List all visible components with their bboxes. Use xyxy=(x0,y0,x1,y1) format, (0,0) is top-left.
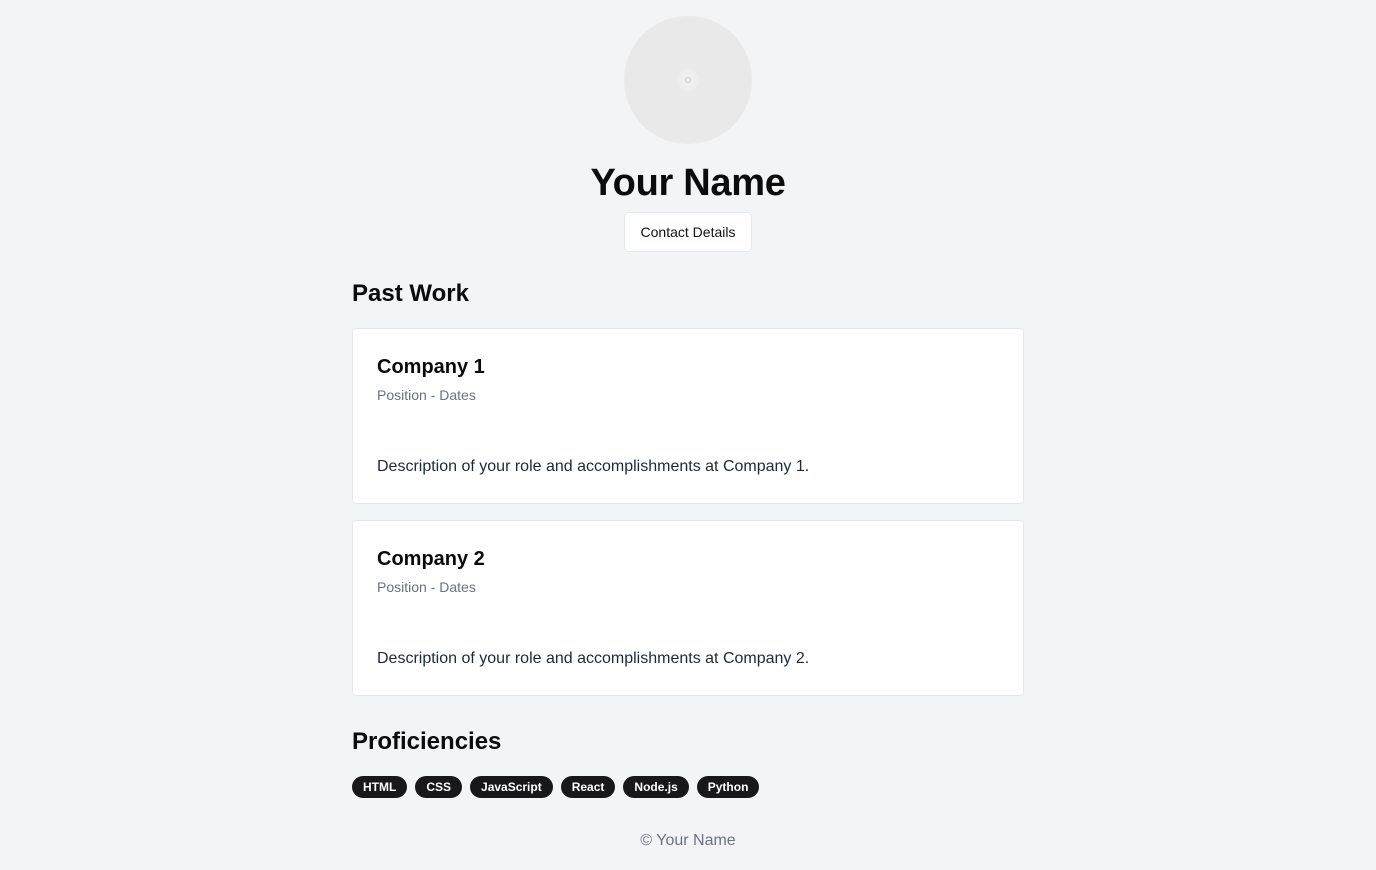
skills-list: HTML CSS JavaScript React Node.js Python xyxy=(352,776,760,798)
profile-name: Your Name xyxy=(590,162,786,204)
page: Your Name Contact Details Past Work Comp… xyxy=(0,0,1376,870)
position-dates: Position - Dates xyxy=(377,579,476,595)
skill-pill: JavaScript xyxy=(470,776,553,798)
past-work-heading: Past Work xyxy=(352,280,469,307)
profile-header: Your Name Contact Details xyxy=(0,16,1376,252)
skill-pill: CSS xyxy=(415,776,463,798)
contact-details-button[interactable]: Contact Details xyxy=(623,212,753,252)
skill-pill: HTML xyxy=(352,776,408,798)
skill-pill: React xyxy=(560,776,616,798)
skill-pill: Node.js xyxy=(623,776,689,798)
role-description: Description of your role and accomplishm… xyxy=(377,458,810,475)
skill-pill: Python xyxy=(696,776,760,798)
company-name: Company 2 xyxy=(377,548,485,570)
avatar xyxy=(624,16,752,144)
role-description: Description of your role and accomplishm… xyxy=(377,650,810,667)
position-dates: Position - Dates xyxy=(377,387,476,403)
work-card: Company 2 Position - Dates Description o… xyxy=(352,520,1024,696)
footer-copyright: © Your Name xyxy=(640,832,736,849)
proficiencies-heading: Proficiencies xyxy=(352,728,502,755)
work-card: Company 1 Position - Dates Description o… xyxy=(352,328,1024,504)
avatar-placeholder-icon xyxy=(677,69,699,91)
company-name: Company 1 xyxy=(377,356,485,378)
